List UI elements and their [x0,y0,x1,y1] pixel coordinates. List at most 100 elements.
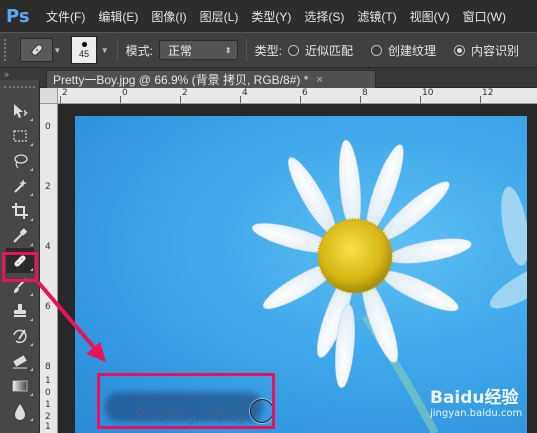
updown-chevron-icon: ⬍ [224,45,232,55]
ruler-tick [60,96,61,103]
document-tab[interactable]: Pretty一Boy.jpg @ 66.9% (背景 拷贝, RGB/8#) *… [46,70,376,88]
gradient-tool[interactable] [6,373,34,398]
tool-preset-picker[interactable]: ▼ [19,38,61,62]
ruler-label: 6 [302,88,308,98]
brush-dot-icon [81,41,87,47]
menu-bar: Ps 文件(F) 编辑(E) 图像(I) 图层(L) 类型(Y) 选择(S) 滤… [0,0,537,32]
watermark-highlight-box [97,373,275,429]
ruler-label: 2 [45,412,51,422]
submenu-indicator [30,393,33,396]
magic-wand-tool[interactable] [6,173,34,198]
crop-tool-icon [12,202,28,219]
submenu-indicator [30,118,33,121]
marquee-tool-icon [13,129,27,142]
radio-label: 内容识别 [470,43,519,58]
radio-button[interactable] [370,44,382,56]
blur-tool[interactable] [6,398,34,423]
submenu-indicator [30,193,33,196]
options-grip[interactable] [4,39,8,61]
lasso-tool[interactable] [6,148,34,173]
mode-value: 正常 [168,43,193,58]
clone-stamp-tool[interactable] [6,298,34,323]
ruler-label: 8 [45,362,51,372]
toolbar-grip[interactable] [4,86,35,96]
mode-select[interactable]: 正常 ⬍ [159,40,238,60]
gradient-tool-icon [12,380,28,391]
crop-tool[interactable] [6,198,34,223]
horizontal-ruler[interactable]: 2 0 2 4 6 8 10 12 [58,88,537,104]
radio-content-aware[interactable]: 内容识别 [453,42,525,59]
radio-create-texture[interactable]: 创建纹理 [370,42,442,59]
eraser-tool[interactable] [6,348,34,373]
submenu-indicator [30,368,33,371]
ruler-tick [180,96,181,103]
vertical-ruler[interactable]: 0 2 4 6 8 1 0 1 2 1 [40,104,58,433]
radio-label: 创建纹理 [387,43,436,58]
chevron-down-icon[interactable]: ▼ [101,46,109,55]
baidu-jingyan-watermark: Baidu经验 [430,388,519,408]
ruler-label: 1 [45,400,51,410]
options-bar: ▼ 45 ▼ 模式: 正常 ⬍ 类型: 近似匹配 创建纹理 内容识别 [0,32,537,68]
eyedropper-tool[interactable] [6,223,34,248]
history-brush-tool-icon [13,328,27,343]
document-title: Pretty一Boy.jpg @ 66.9% (背景 拷贝, RGB/8#) * [53,73,309,87]
submenu-indicator [30,318,33,321]
menu-edit[interactable]: 编辑(E) [98,8,138,25]
submenu-indicator [30,243,33,246]
eraser-tool-icon [13,354,27,368]
ruler-tick [420,96,421,103]
ruler-tick [240,96,241,103]
document-tab-bar: Pretty一Boy.jpg @ 66.9% (背景 拷贝, RGB/8#) *… [40,68,537,88]
type-label: 类型: [254,43,282,58]
menu-view[interactable]: 视图(V) [410,8,450,25]
menu-select[interactable]: 选择(S) [304,8,344,25]
ruler-label: 6 [45,302,51,312]
ruler-label: 2 [62,88,68,98]
radio-label: 近似匹配 [304,43,353,58]
ruler-label: 2 [45,182,51,192]
divider [245,39,247,61]
ruler-label: 1 [45,376,51,386]
ruler-origin[interactable] [40,88,58,104]
toolbar-collapse-button[interactable]: » [0,68,40,80]
lasso-tool-icon [14,153,28,168]
close-icon[interactable]: × [316,74,322,86]
magic-wand-tool-icon [14,178,27,193]
menu-image[interactable]: 图像(I) [151,8,186,25]
submenu-indicator [30,293,33,296]
submenu-indicator [30,143,33,146]
move-tool[interactable] [6,98,34,123]
ruler-label: 2 [182,88,188,98]
radio-button-selected[interactable] [453,44,465,56]
menu-window[interactable]: 窗口(W) [463,8,506,25]
divider [116,39,118,61]
chevron-down-icon: ▼ [53,45,62,55]
ruler-label: 8 [362,88,368,98]
menu-type[interactable]: 类型(Y) [251,8,291,25]
radio-button[interactable] [287,44,299,56]
brush-size-picker[interactable]: 45 [71,36,97,64]
blur-tool-icon [15,403,25,420]
baidu-url: jingyan.baidu.com [430,408,523,419]
clone-stamp-tool-icon [14,303,26,317]
ruler-label: 12 [482,88,494,98]
move-tool-icon [14,103,28,118]
submenu-indicator [30,343,33,346]
menu-file[interactable]: 文件(F) [46,8,85,25]
spot-healing-brush-icon [31,44,43,56]
submenu-indicator [30,418,33,421]
photoshop-logo: Ps [6,5,30,27]
brush-size-value: 45 [79,48,90,59]
menu-filter[interactable]: 滤镜(T) [357,8,396,25]
eyedropper-tool-icon [13,228,27,243]
ruler-label: 10 [422,88,434,98]
menu-layer[interactable]: 图层(L) [200,8,239,25]
radio-proximity-match[interactable]: 近似匹配 [287,42,359,59]
tool-highlight-box [2,252,38,282]
ruler-tick [120,96,121,103]
marquee-tool[interactable] [6,123,34,148]
history-brush-tool[interactable] [6,323,34,348]
submenu-indicator [30,168,33,171]
ruler-label: 0 [45,388,51,398]
ruler-tick [360,96,361,103]
